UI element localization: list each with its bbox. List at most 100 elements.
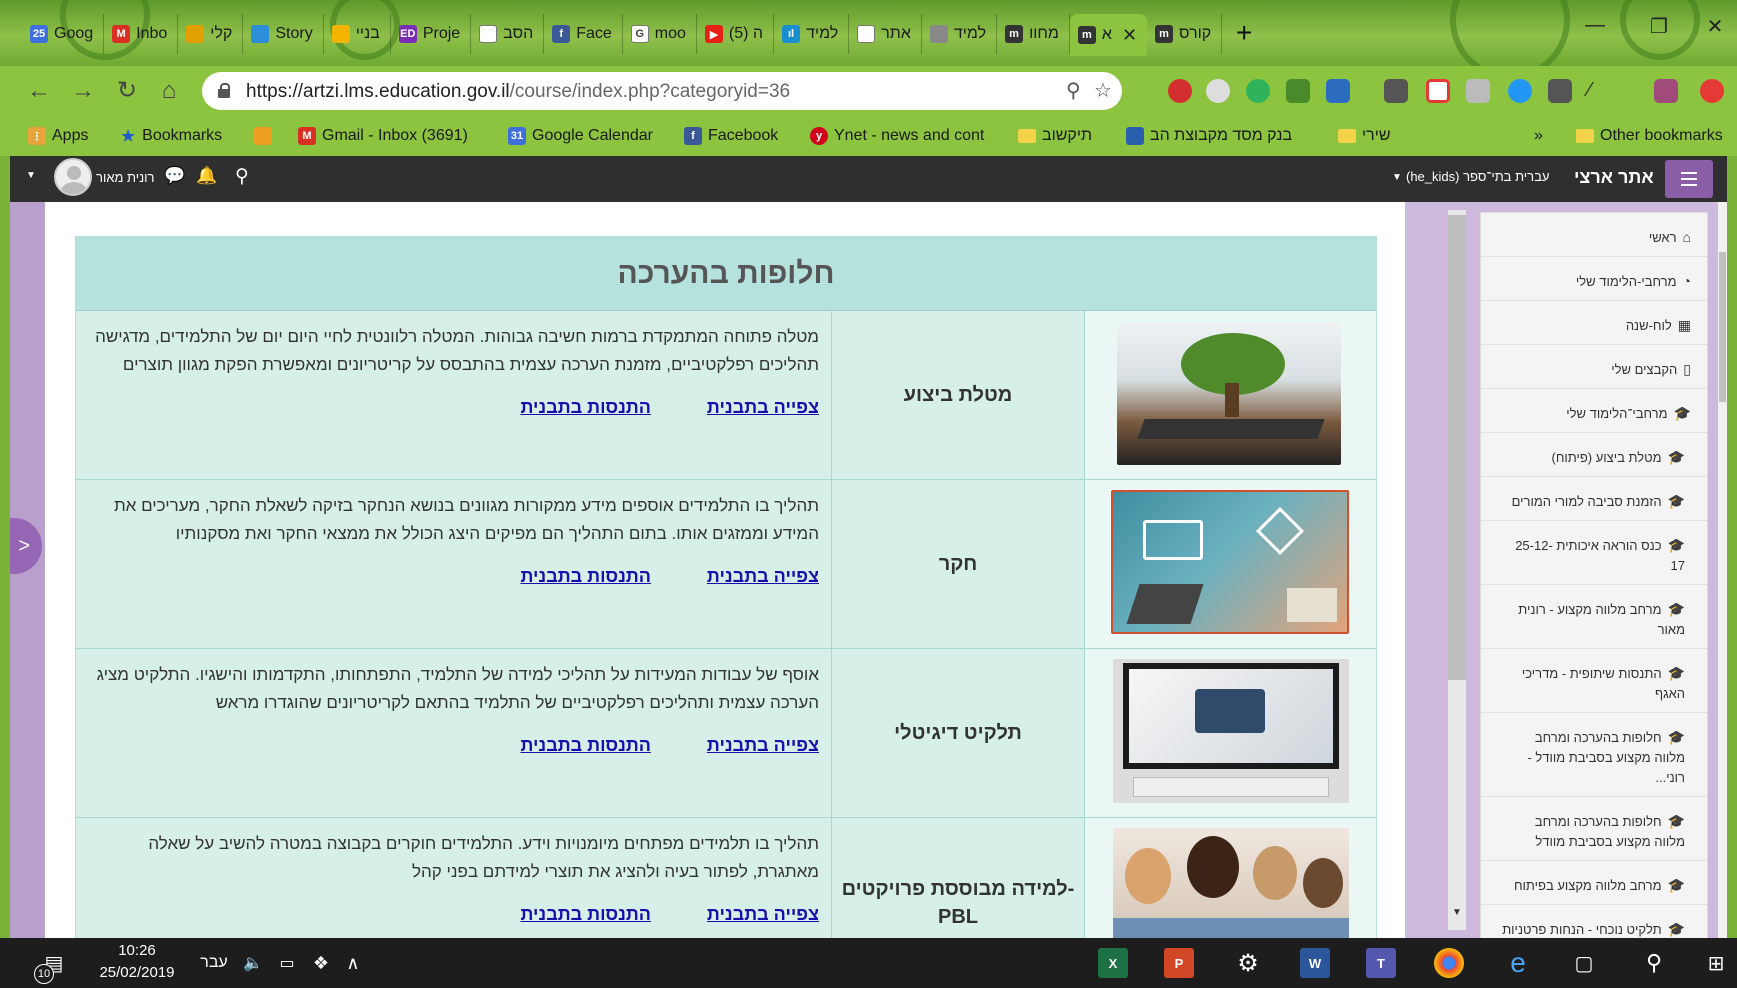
minimize-icon[interactable]: — bbox=[1570, 14, 1620, 44]
forward-icon[interactable]: → bbox=[68, 76, 98, 106]
teams-icon[interactable]: T bbox=[1366, 948, 1396, 978]
extension-icon[interactable] bbox=[1466, 79, 1490, 103]
bookmark-ynet[interactable]: y Ynet - news and cont bbox=[810, 124, 984, 148]
sidebar-item[interactable]: 🎓 הזמנת סביבה למורי המורים bbox=[1481, 477, 1707, 521]
avatar[interactable] bbox=[54, 158, 92, 196]
clock-time[interactable]: 10:26 bbox=[92, 942, 182, 959]
pocket-extension-icon[interactable] bbox=[1384, 79, 1408, 103]
search-icon[interactable]: ⚲ bbox=[235, 165, 249, 188]
search-icon[interactable]: ⚲ bbox=[1636, 938, 1672, 988]
sidebar-item[interactable]: 🎓התנסות שיתופית - מדריכי האגף bbox=[1481, 649, 1707, 713]
bookmark-facebook[interactable]: f Facebook bbox=[684, 124, 778, 148]
close-window-icon[interactable]: ✕ bbox=[1690, 14, 1737, 44]
update-icon[interactable] bbox=[1700, 79, 1724, 103]
browser-tab[interactable]: בניי bbox=[324, 14, 391, 54]
back-icon[interactable]: ← bbox=[24, 76, 54, 106]
scroll-down-icon[interactable]: ▼ bbox=[1452, 907, 1462, 918]
sidebar-item[interactable]: 🎓 מרחבי־הלימוד שלי bbox=[1481, 389, 1707, 433]
browser-tab[interactable]: קלי bbox=[178, 14, 244, 54]
bookmark-other[interactable]: Other bookmarks bbox=[1576, 124, 1723, 148]
sidebar-item[interactable]: ▦ לוח-שנה bbox=[1481, 301, 1707, 345]
browser-tab[interactable]: למיד bbox=[922, 14, 998, 54]
sidebar-item[interactable]: 🎓חלופות בהערכה ומרחב מלווה מקצוע בסביבת … bbox=[1481, 713, 1707, 797]
url-text[interactable]: https://artzi.lms.education.gov.il/cours… bbox=[246, 81, 790, 103]
sidebar-scrollbar[interactable]: ▼ bbox=[1440, 202, 1470, 938]
try-template-link[interactable]: התנסות בתבנית bbox=[520, 731, 650, 759]
browser-tab[interactable]: m מחוו bbox=[997, 14, 1070, 54]
bookmark-bookmarks[interactable]: ★ Bookmarks bbox=[120, 124, 222, 148]
grammarly-extension-icon[interactable] bbox=[1246, 79, 1270, 103]
sidebar-item[interactable]: ▯ הקבצים שלי bbox=[1481, 345, 1707, 389]
clock-date[interactable]: 25/02/2019 bbox=[92, 964, 182, 981]
sidebar-item[interactable]: 🎓חלופות בהערכה ומרחב מלווה מקצוע בסביבת … bbox=[1481, 797, 1707, 861]
hamburger-menu-button[interactable] bbox=[1665, 160, 1713, 198]
browser-tab[interactable]: ▶ (5) ה bbox=[697, 14, 775, 54]
sidebar-item[interactable]: 🎓 תלקיט נוכחי - הנחות פרטניות bbox=[1481, 905, 1707, 938]
bookmark-bank[interactable]: בנק מסד מקבוצת הב bbox=[1126, 124, 1292, 148]
browser-tab[interactable]: הסב bbox=[471, 14, 545, 54]
browser-tab[interactable]: 25 Goog bbox=[22, 14, 105, 54]
address-bar[interactable]: https://artzi.lms.education.gov.il/cours… bbox=[202, 72, 1122, 110]
powerpoint-icon[interactable]: P bbox=[1164, 948, 1194, 978]
notifications-bell-icon[interactable]: 🔔 bbox=[196, 166, 217, 186]
bookmark-folder-shiri[interactable]: שירי bbox=[1338, 124, 1391, 148]
sidebar-item[interactable]: 🎓מרחב מלווה מקצוע - רונית מאור bbox=[1481, 585, 1707, 649]
extension-icon[interactable] bbox=[1286, 79, 1310, 103]
scroll-thumb[interactable] bbox=[1448, 215, 1466, 680]
extension-icon[interactable] bbox=[1206, 79, 1230, 103]
excel-icon[interactable]: X bbox=[1098, 948, 1128, 978]
page-scroll-thumb[interactable] bbox=[1719, 252, 1726, 402]
bookmark-folder-tikshuv[interactable]: תיקשוב bbox=[1018, 124, 1092, 148]
browser-tab[interactable]: ıl למיד bbox=[774, 14, 850, 54]
bookmark-star-icon[interactable]: ☆ bbox=[1094, 78, 1112, 103]
more-bookmarks-button[interactable]: » bbox=[1534, 124, 1543, 148]
settings-gear-icon[interactable]: ⚙ bbox=[1230, 938, 1266, 988]
messages-icon[interactable]: 💬 bbox=[164, 166, 185, 186]
bookmark-google-calendar[interactable]: 31 Google Calendar bbox=[508, 124, 653, 148]
sidebar-item[interactable]: ◔ מרחבי-הלימוד שלי bbox=[1481, 257, 1707, 301]
language-selector[interactable]: (he_kids) עברית בתי־ספר bbox=[1406, 169, 1549, 184]
extension-icon[interactable] bbox=[1426, 79, 1450, 103]
profile-avatar[interactable] bbox=[1654, 79, 1678, 103]
sidebar-item[interactable]: 🎓כנס הוראה איכותית -25-12 17 bbox=[1481, 521, 1707, 585]
bookmark-apps[interactable]: ⋮ Apps bbox=[28, 124, 88, 148]
browser-tab[interactable]: M Inbo bbox=[104, 14, 179, 54]
language-caret-icon[interactable]: ▼ bbox=[1392, 172, 1402, 183]
browser-tab[interactable]: Gmoo bbox=[623, 14, 697, 54]
input-language[interactable]: עבר bbox=[194, 938, 234, 988]
bookmark-gmail[interactable]: M Gmail - Inbox (3691) bbox=[298, 124, 468, 148]
sidebar-item[interactable]: 🎓 מטלת ביצוע (פיתוח) bbox=[1481, 433, 1707, 477]
bookmark-goo[interactable] bbox=[254, 124, 272, 148]
edge-icon[interactable]: e bbox=[1500, 938, 1536, 988]
view-template-link[interactable]: צפייה בתבנית bbox=[707, 900, 819, 928]
scroll-track[interactable]: ▼ bbox=[1448, 210, 1466, 930]
zoom-icon[interactable]: ⚲ bbox=[1066, 78, 1081, 103]
try-template-link[interactable]: התנסות בתבנית bbox=[520, 393, 650, 421]
site-name[interactable]: אתר ארצי bbox=[1574, 167, 1654, 188]
page-scrollbar[interactable] bbox=[1718, 202, 1727, 938]
browser-tab[interactable]: m א ✕ bbox=[1069, 14, 1148, 56]
word-icon[interactable]: W bbox=[1300, 948, 1330, 978]
screencast-extension-icon[interactable] bbox=[1508, 79, 1532, 103]
dropbox-icon[interactable]: ❖ bbox=[306, 938, 336, 988]
maximize-icon[interactable]: ❐ bbox=[1634, 14, 1684, 44]
try-template-link[interactable]: התנסות בתבנית bbox=[520, 900, 650, 928]
browser-tab[interactable]: Story bbox=[243, 14, 324, 54]
close-tab-icon[interactable]: ✕ bbox=[1122, 25, 1137, 46]
sidebar-item[interactable]: 🎓 מרחב מלווה מקצוע בפיתוח bbox=[1481, 861, 1707, 905]
view-template-link[interactable]: צפייה בתבנית bbox=[707, 562, 819, 590]
chrome-icon[interactable] bbox=[1434, 948, 1464, 978]
sidebar-item[interactable]: ⌂ ראשי bbox=[1481, 213, 1707, 257]
task-view-icon[interactable]: ▢ bbox=[1566, 938, 1602, 988]
battery-icon[interactable]: ▭ bbox=[272, 938, 302, 988]
start-button-icon[interactable]: ⊞ bbox=[1698, 938, 1734, 988]
reload-icon[interactable]: ↻ bbox=[112, 76, 142, 106]
browser-tab[interactable]: m קורס bbox=[1147, 14, 1223, 54]
adblock-extension-icon[interactable] bbox=[1168, 79, 1192, 103]
show-hidden-icons-icon[interactable]: ∧ bbox=[338, 938, 368, 988]
new-tab-button[interactable]: + bbox=[1230, 19, 1258, 48]
view-template-link[interactable]: צפייה בתבנית bbox=[707, 731, 819, 759]
extension-icon[interactable]: ⁄ bbox=[1588, 79, 1612, 103]
browser-tab[interactable]: אתר bbox=[849, 14, 922, 54]
volume-icon[interactable]: 🔈 bbox=[238, 938, 268, 988]
